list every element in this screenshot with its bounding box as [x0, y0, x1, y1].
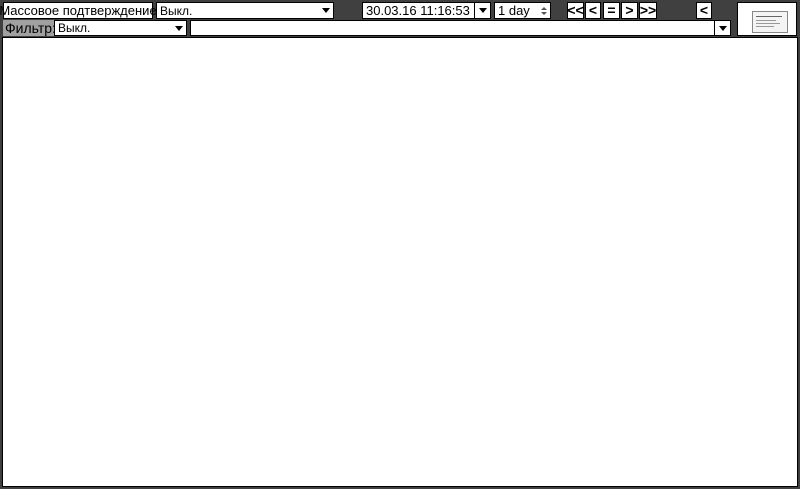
- mode-select-value: Выкл.: [160, 3, 193, 18]
- datetime-picker[interactable]: 30.03.16 11:16:53: [362, 2, 491, 19]
- nav-last-button[interactable]: >>: [639, 2, 657, 19]
- filter-label: Фильтр:: [3, 20, 58, 36]
- chevron-down-icon[interactable]: [474, 3, 490, 18]
- filter-text-combo[interactable]: [190, 20, 731, 36]
- app-window: Массовое подтверждение Выкл. 30.03.16 11…: [0, 0, 800, 489]
- filter-select-value: Выкл.: [58, 21, 91, 35]
- mode-select[interactable]: Выкл.: [156, 2, 334, 19]
- page-thumbnail[interactable]: [737, 2, 797, 36]
- period-value: 1 day: [498, 3, 530, 18]
- period-spinner[interactable]: 1 day: [494, 2, 551, 19]
- mass-confirm-button[interactable]: Массовое подтверждение: [0, 2, 157, 19]
- main-content-area: [2, 37, 798, 487]
- datetime-value: 30.03.16 11:16:53: [366, 3, 470, 18]
- nav-prev-button[interactable]: <: [585, 2, 601, 19]
- nav-now-button[interactable]: =: [603, 2, 620, 19]
- filter-select[interactable]: Выкл.: [54, 20, 187, 36]
- chevron-down-icon: [318, 3, 333, 18]
- spinner-arrows-icon[interactable]: [538, 3, 550, 18]
- document-preview-icon: [752, 11, 788, 33]
- chevron-down-icon: [171, 21, 186, 35]
- collapse-panel-button[interactable]: <: [696, 2, 712, 19]
- chevron-down-icon[interactable]: [714, 21, 730, 35]
- filter-label-wrap: Фильтр:: [3, 20, 58, 36]
- nav-next-button[interactable]: >: [621, 2, 638, 19]
- nav-first-button[interactable]: <<: [567, 2, 584, 19]
